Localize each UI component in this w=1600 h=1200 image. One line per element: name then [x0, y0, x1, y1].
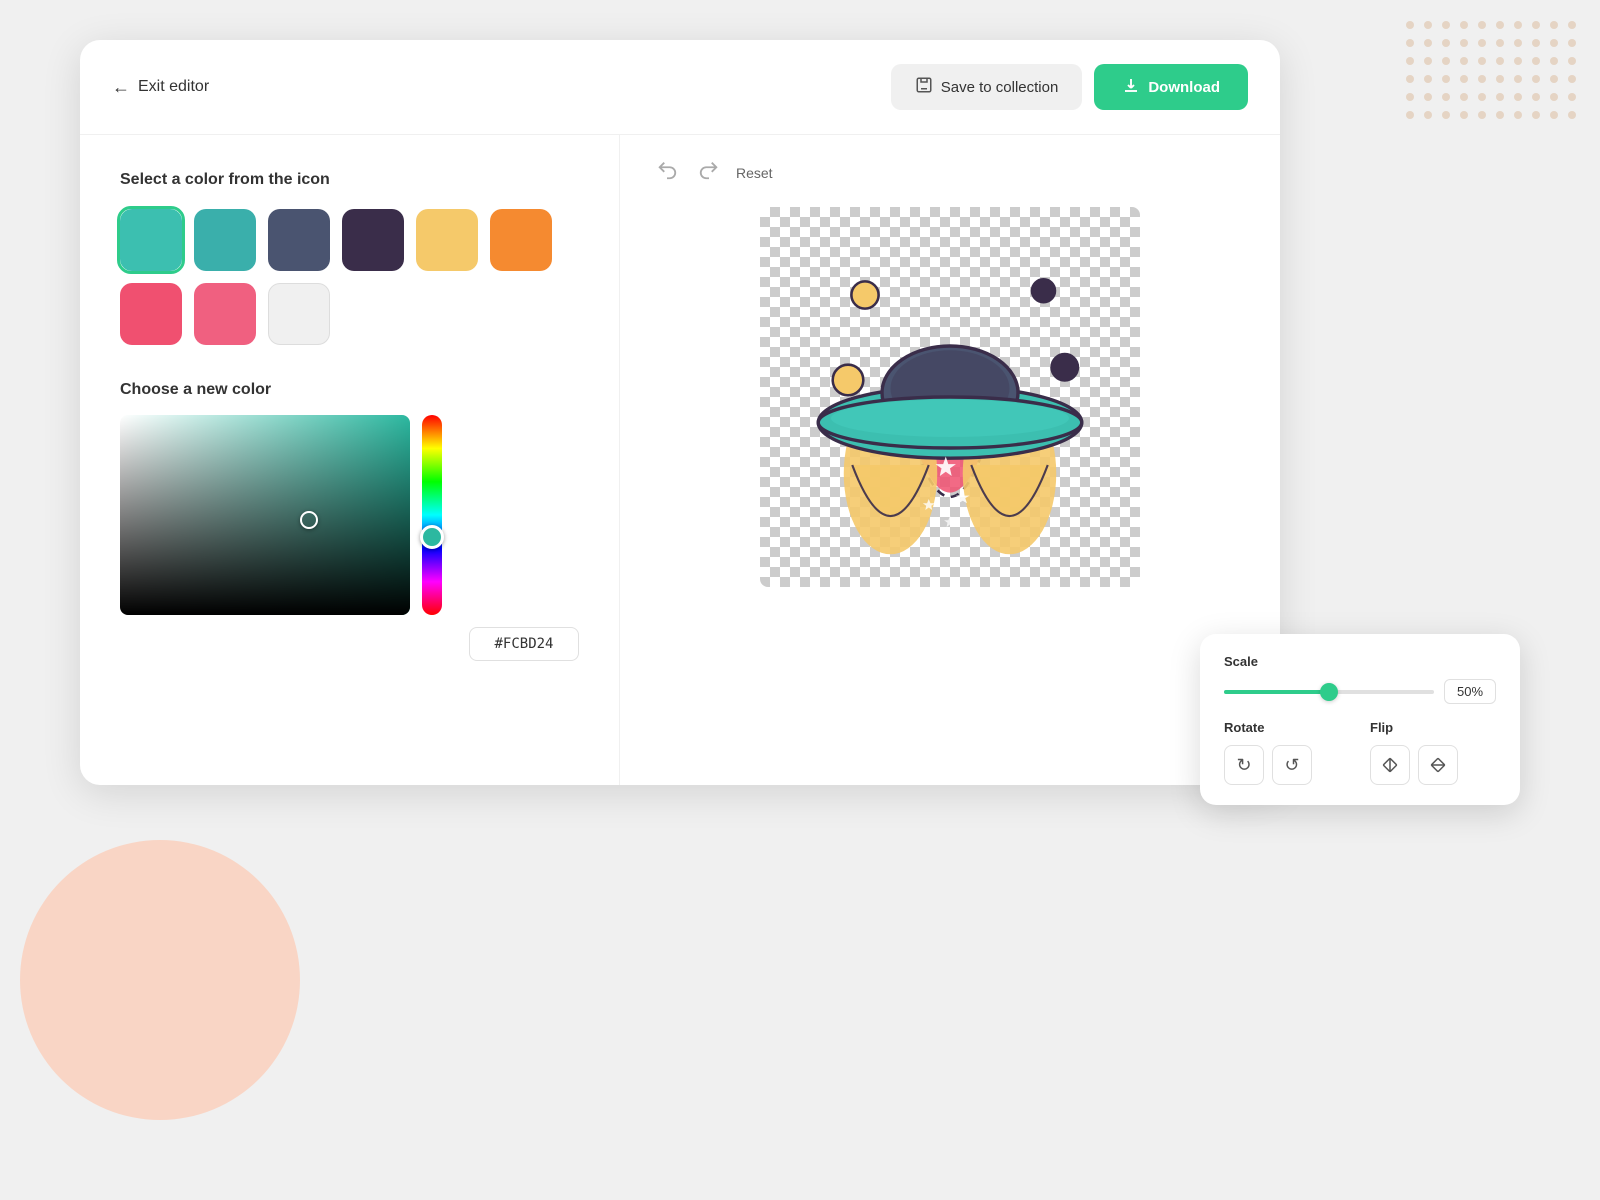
rotate-ccw-button[interactable]: ↺ [1272, 745, 1312, 785]
hue-thumb[interactable] [420, 525, 444, 549]
color-swatches [120, 209, 579, 345]
canvas-toolbar: Reset [652, 155, 773, 191]
flip-btn-group [1370, 745, 1496, 785]
gradient-picker-dot[interactable] [300, 511, 318, 529]
rotate-cw-button[interactable]: ↻ [1224, 745, 1264, 785]
flip-horizontal-button[interactable] [1370, 745, 1410, 785]
rotate-label: Rotate [1224, 720, 1350, 735]
hex-input-container [120, 627, 579, 661]
scale-slider[interactable] [1224, 690, 1434, 694]
editor-body: Select a color from the icon Choose a ne… [80, 135, 1280, 785]
color-swatch-7[interactable] [120, 283, 182, 345]
flip-section: Flip [1370, 720, 1496, 785]
download-button[interactable]: Download [1094, 64, 1248, 110]
exit-editor-button[interactable]: ← Exit editor [112, 77, 209, 98]
decorative-circle [20, 840, 300, 1120]
download-icon [1122, 76, 1140, 98]
color-picker-area[interactable] [120, 415, 579, 615]
flip-label: Flip [1370, 720, 1496, 735]
left-panel: Select a color from the icon Choose a ne… [80, 135, 620, 785]
color-swatch-8[interactable] [194, 283, 256, 345]
editor-header: ← Exit editor Save to collection [80, 40, 1280, 135]
scale-control: Scale 50% [1224, 654, 1496, 704]
scale-thumb[interactable] [1320, 683, 1338, 701]
rotate-flip-row: Rotate ↻ ↺ Flip [1224, 720, 1496, 785]
header-actions: Save to collection Download [891, 64, 1248, 110]
save-collection-button[interactable]: Save to collection [891, 64, 1083, 110]
color-swatch-6[interactable] [490, 209, 552, 271]
save-icon [915, 76, 933, 98]
color-swatch-5[interactable] [416, 209, 478, 271]
color-swatch-1[interactable] [120, 209, 182, 271]
canvas-area [760, 207, 1140, 587]
download-label: Download [1148, 79, 1220, 96]
color-swatch-4[interactable] [342, 209, 404, 271]
color-swatch-9[interactable] [268, 283, 330, 345]
hex-input[interactable] [469, 627, 579, 661]
reset-label[interactable]: Reset [736, 165, 773, 181]
editor-container: ← Exit editor Save to collection [80, 40, 1280, 785]
controls-panel: Scale 50% Rotate ↻ ↺ [1200, 634, 1520, 805]
rotate-section: Rotate ↻ ↺ [1224, 720, 1350, 785]
color-gradient[interactable] [120, 415, 410, 615]
rotate-btn-group: ↻ ↺ [1224, 745, 1350, 785]
scale-value: 50% [1444, 679, 1496, 704]
hue-slider[interactable] [422, 415, 442, 615]
dots-decoration [1390, 5, 1590, 155]
scale-label: Scale [1224, 654, 1496, 669]
undo-button[interactable] [652, 155, 682, 191]
redo-button[interactable] [694, 155, 724, 191]
choose-color-title: Choose a new color [120, 381, 579, 399]
color-swatch-3[interactable] [268, 209, 330, 271]
scale-slider-row: 50% [1224, 679, 1496, 704]
scale-track-fill [1224, 690, 1329, 694]
ufo-illustration [780, 227, 1120, 567]
flip-vertical-button[interactable] [1418, 745, 1458, 785]
color-swatch-2[interactable] [194, 209, 256, 271]
right-panel: Reset [620, 135, 1280, 785]
color-from-icon-title: Select a color from the icon [120, 171, 579, 189]
back-arrow-icon: ← [112, 77, 130, 98]
save-collection-label: Save to collection [941, 79, 1059, 96]
exit-editor-label: Exit editor [138, 78, 209, 96]
